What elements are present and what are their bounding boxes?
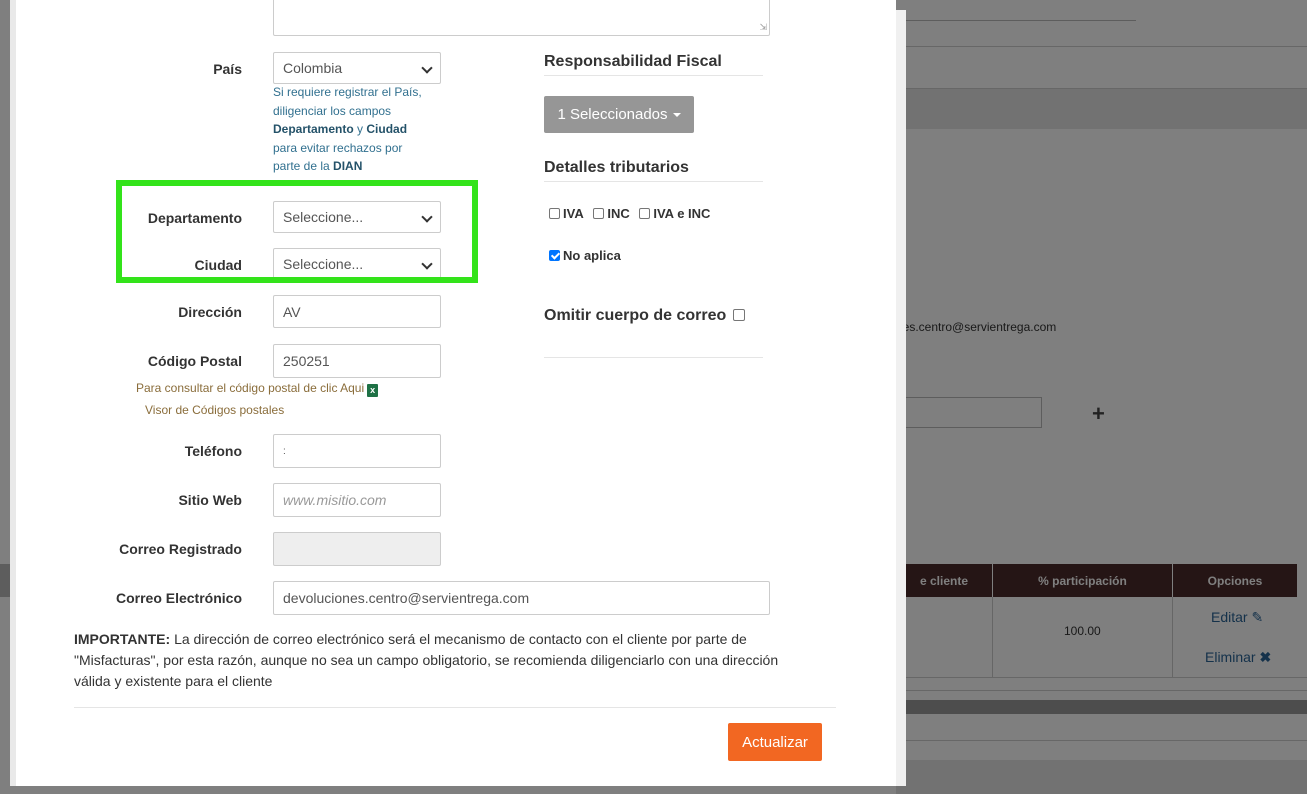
correo-registrado-input (273, 532, 441, 566)
iva-checkbox[interactable]: IVA (549, 206, 584, 221)
checkbox-icon[interactable] (549, 208, 560, 219)
correo-electronico-input[interactable]: devoluciones.centro@servientrega.com (273, 581, 770, 615)
sitio-web-input[interactable]: www.misitio.com (273, 483, 441, 517)
section-divider (544, 181, 763, 182)
important-note: IMPORTANTE: La dirección de correo elect… (74, 631, 779, 689)
notes-textarea[interactable]: ⇲ (273, 0, 770, 36)
excel-icon[interactable]: x (367, 384, 379, 397)
pais-label: País (213, 61, 242, 77)
telefono-label: Teléfono (184, 443, 242, 459)
section-divider (544, 357, 763, 358)
codigo-postal-input[interactable]: 250251 (273, 344, 441, 378)
omitir-cuerpo-label: Omitir cuerpo de correo (544, 307, 727, 324)
modal-scrollbar-track[interactable] (896, 10, 906, 786)
footer-divider (74, 707, 836, 708)
postal-code-viewer-link[interactable]: Visor de Códigos postales (145, 403, 284, 417)
correo-registrado-label: Correo Registrado (119, 541, 242, 557)
pais-help-text: Si requiere registrar el País, diligenci… (273, 85, 422, 173)
modal-edge (10, 0, 16, 786)
highlight-box (116, 180, 478, 283)
responsabilidad-dropdown-button[interactable]: 1 Seleccionados (544, 96, 694, 133)
edit-client-modal: ⇲ País Colombia Si requiere registrar el… (10, 0, 896, 786)
sitio-web-label: Sitio Web (178, 492, 242, 508)
correo-electronico-label: Correo Electrónico (115, 590, 242, 606)
omitir-cuerpo-row: Omitir cuerpo de correo (544, 307, 748, 325)
caret-down-icon (672, 112, 681, 117)
resize-handle-icon[interactable]: ⇲ (759, 22, 767, 33)
checkbox-icon[interactable] (639, 208, 651, 219)
checkbox-icon[interactable] (593, 208, 605, 219)
responsabilidad-fiscal-title: Responsabilidad Fiscal (544, 53, 722, 70)
postal-code-help-link[interactable]: Para consultar el código postal de clic … (136, 381, 379, 397)
telefono-input[interactable]: : (273, 434, 441, 468)
no-aplica-checkbox[interactable]: No aplica (549, 248, 621, 263)
checkbox-checked-icon[interactable] (549, 250, 560, 261)
iva-e-inc-checkbox[interactable]: IVA e INC (639, 206, 710, 221)
detalles-tributarios-title: Detalles tributarios (544, 159, 689, 176)
omitir-cuerpo-checkbox[interactable] (732, 309, 745, 321)
tax-checkbox-group: IVA INC IVA e INC (549, 206, 716, 221)
inc-checkbox[interactable]: INC (593, 206, 630, 221)
direccion-input[interactable]: AV (273, 295, 441, 328)
section-divider (544, 75, 763, 76)
direccion-label: Dirección (178, 304, 242, 320)
update-button[interactable]: Actualizar (728, 723, 822, 761)
codigo-postal-label: Código Postal (147, 353, 242, 369)
pais-select[interactable]: Colombia (273, 52, 441, 84)
